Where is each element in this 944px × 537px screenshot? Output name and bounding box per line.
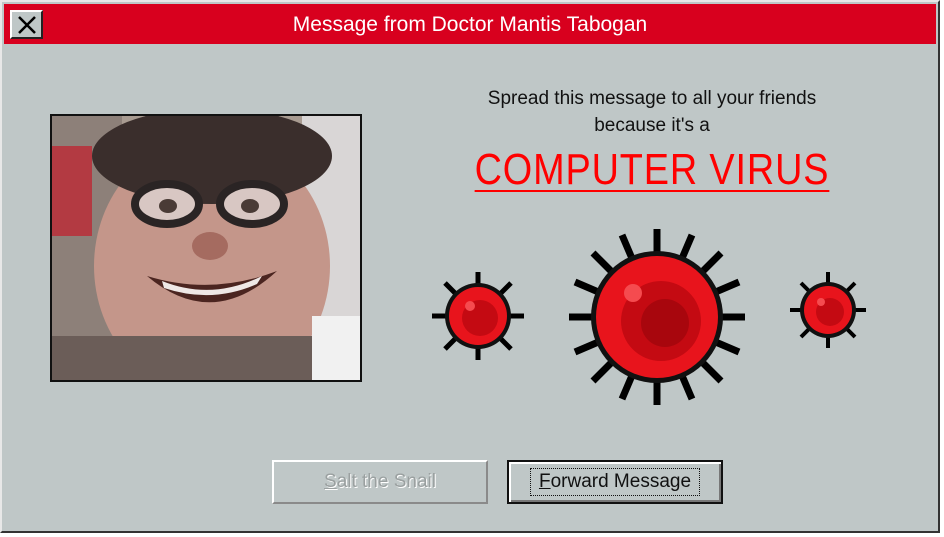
forward-mnemonic: F (538, 471, 551, 492)
virus-icon (790, 272, 866, 348)
forward-label: orward Message (550, 471, 692, 492)
virus-icon (432, 272, 524, 360)
window-title: Message from Doctor Mantis Tabogan (292, 13, 648, 36)
salt-mnemonic: S (324, 471, 337, 492)
message-window: Message from Doctor Mantis Tabogan Sprea… (0, 0, 940, 533)
virus-headline: COMPUTER VIRUS (474, 145, 830, 194)
message-line-1: Spread this message to all your friends (487, 88, 817, 109)
salt-label: alt the Snail (336, 471, 436, 492)
forward-message-button[interactable]: Forward Message (507, 460, 723, 504)
title-bar[interactable]: Message from Doctor Mantis Tabogan (4, 4, 936, 44)
message-line-2: because it's a (594, 115, 710, 136)
virus-icon (569, 229, 745, 405)
sender-photo (50, 114, 362, 382)
salt-the-snail-button[interactable]: Salt the Snail (272, 460, 488, 504)
